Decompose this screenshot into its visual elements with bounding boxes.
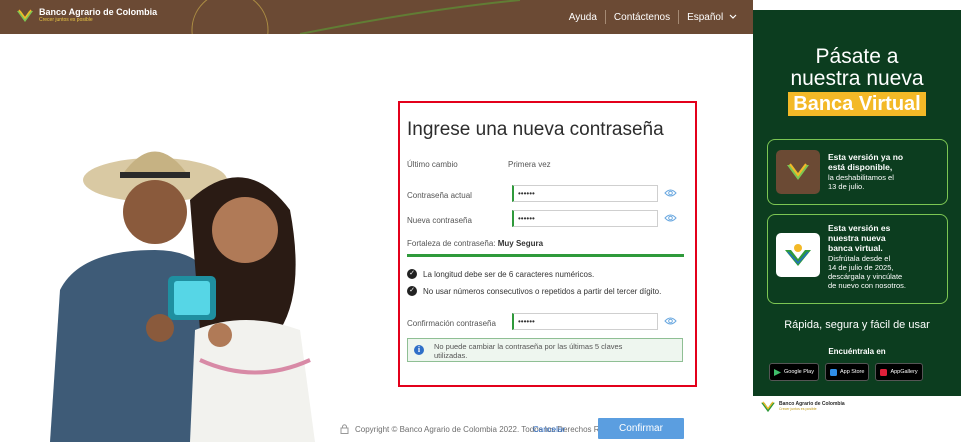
- strength-meter: [407, 254, 684, 257]
- nav-help-link[interactable]: Ayuda: [569, 12, 597, 23]
- notice-line-1: No puede cambiar la contraseña por las ú…: [434, 342, 623, 351]
- password-notice: i No puede cambiar la contraseña por las…: [407, 338, 683, 362]
- new-version-title-1: Esta versión es: [828, 223, 891, 233]
- password-rule: ✓ La longitud debe ser de 6 caracteres n…: [407, 269, 594, 279]
- brand-logo-icon: [785, 244, 811, 266]
- old-app-icon: [776, 150, 820, 194]
- find-label: Encuéntrala en: [828, 347, 886, 356]
- old-version-text-1: la deshabilitamos el: [828, 173, 894, 182]
- nav-contact-link[interactable]: Contáctenos: [614, 12, 670, 23]
- new-app-icon: [776, 233, 820, 277]
- check-icon: ✓: [407, 269, 417, 279]
- current-password-input[interactable]: ••••••: [512, 185, 658, 202]
- language-label: Español: [687, 11, 724, 23]
- eye-icon[interactable]: [664, 316, 677, 326]
- lock-icon: [340, 424, 349, 434]
- new-version-text-4: de nuevo con nosotros.: [828, 281, 906, 290]
- old-version-title-2: está disponible,: [828, 162, 893, 172]
- promo-panel: Pásate a nuestra nueva Banca Virtual Est…: [753, 10, 961, 396]
- promo-title-line-1: Pásate a: [815, 45, 899, 68]
- cancel-link[interactable]: Cancelar: [533, 425, 565, 434]
- new-version-text-2: 14 de julio de 2025,: [828, 263, 894, 272]
- app-gallery-icon: [880, 368, 888, 376]
- nav-divider: [678, 10, 680, 24]
- nav-divider: [604, 10, 606, 24]
- last-change-label: Último cambio: [407, 160, 458, 169]
- store-badges: Google Play App Store AppGallery: [769, 363, 923, 381]
- page-footer: Copyright © Banco Agrario de Colombia 20…: [340, 418, 753, 443]
- footer-brand-slogan: Crecer juntos es posible: [779, 407, 817, 411]
- google-play-icon: [774, 368, 781, 376]
- new-version-text-3: descárgala y vincúlate: [828, 272, 903, 281]
- rule-text: No usar números consecutivos o repetidos…: [423, 286, 662, 296]
- old-version-card: Esta versión ya no está disponible, la d…: [767, 139, 948, 205]
- brand-logo-icon: [787, 163, 809, 180]
- strength-label: Fortaleza de contraseña:: [407, 239, 496, 248]
- check-icon: ✓: [407, 286, 417, 296]
- eye-icon[interactable]: [664, 213, 677, 223]
- old-version-title-1: Esta versión ya no: [828, 152, 904, 162]
- google-play-label: Google Play: [784, 369, 814, 375]
- old-version-text-2: 13 de julio.: [828, 182, 865, 191]
- app-store-icon: [829, 368, 837, 376]
- notice-line-2: utilizadas.: [434, 351, 468, 360]
- brand-slogan: Crecer juntos es posible: [39, 17, 93, 23]
- current-password-label: Contraseña actual: [407, 191, 472, 200]
- hero-couple-image: [50, 151, 315, 442]
- language-selector[interactable]: Español: [687, 12, 737, 23]
- brand-logo[interactable]: Banco Agrario de Colombia Crecer juntos …: [16, 8, 157, 24]
- rule-text: La longitud debe ser de 6 caracteres num…: [423, 269, 595, 279]
- change-password-form: Ingrese una nueva contraseña Último camb…: [398, 101, 697, 387]
- new-version-text-1: Disfrútala desde el: [828, 254, 891, 263]
- confirm-password-label: Confirmación contraseña: [407, 319, 496, 328]
- new-version-card: Esta versión es nuestra nueva banca virt…: [767, 214, 948, 304]
- promo-title-line-2: nuestra nueva: [790, 67, 924, 90]
- app-store-label: App Store: [839, 369, 865, 375]
- new-version-title-2: nuestra nueva: [828, 233, 886, 243]
- new-password-input[interactable]: ••••••: [512, 210, 658, 227]
- app-gallery-badge[interactable]: AppGallery: [875, 363, 923, 381]
- confirm-password-input[interactable]: ••••••: [512, 313, 658, 330]
- info-icon: i: [414, 345, 424, 355]
- footer-brand-logo: Banco Agrario de Colombia Crecer juntos …: [760, 401, 845, 413]
- promo-highlight: Banca Virtual: [788, 92, 926, 116]
- chevron-down-icon: [729, 14, 737, 19]
- top-header: Banco Agrario de Colombia Crecer juntos …: [0, 0, 753, 34]
- promo-tagline: Rápida, segura y fácil de usar: [784, 319, 930, 331]
- eye-icon[interactable]: [664, 188, 677, 198]
- header-nav: Ayuda Contáctenos Español: [569, 0, 737, 34]
- new-password-label: Nueva contraseña: [407, 216, 472, 225]
- form-title: Ingrese una nueva contraseña: [407, 119, 664, 140]
- app-gallery-label: AppGallery: [890, 369, 918, 375]
- copyright-text: Copyright © Banco Agrario de Colombia 20…: [355, 425, 637, 434]
- last-change-value: Primera vez: [508, 160, 551, 169]
- brand-logo-icon: [17, 9, 33, 22]
- new-version-title-3: banca virtual.: [828, 243, 883, 253]
- confirm-button[interactable]: Confirmar: [598, 418, 684, 439]
- brand-logo-icon: [761, 401, 775, 413]
- promo-highlight-wrap: Banca Virtual: [753, 92, 961, 116]
- strength-meter-fill: [407, 254, 684, 257]
- app-store-badge[interactable]: App Store: [824, 363, 870, 381]
- password-strength: Fortaleza de contraseña: Muy Segura: [407, 239, 543, 248]
- strength-value: Muy Segura: [497, 239, 544, 248]
- brand-name: Banco Agrario de Colombia: [39, 7, 158, 17]
- google-play-badge[interactable]: Google Play: [769, 363, 819, 381]
- password-rule: ✓ No usar números consecutivos o repetid…: [407, 286, 661, 296]
